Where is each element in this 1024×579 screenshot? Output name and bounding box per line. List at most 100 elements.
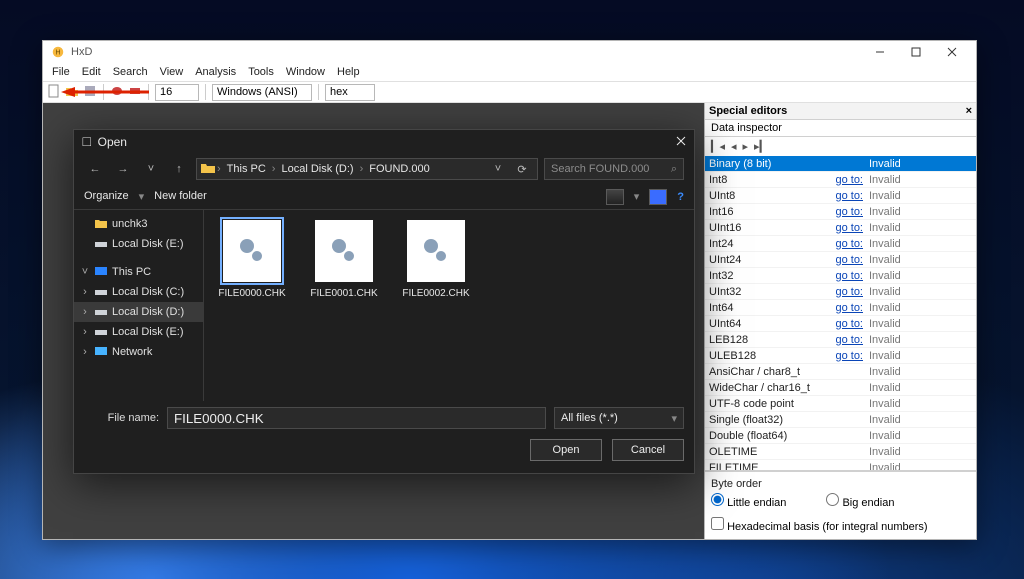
- goto-link[interactable]: go to:: [827, 238, 863, 250]
- data-inspector-row[interactable]: Int64go to:Invalid: [705, 300, 976, 316]
- search-input[interactable]: Search FOUND.000 ⌕: [544, 158, 684, 180]
- data-inspector-row[interactable]: UInt24go to:Invalid: [705, 252, 976, 268]
- disk-icon: [94, 307, 108, 317]
- tree-quick-folder[interactable]: unchk3: [74, 214, 203, 234]
- nav-up-button[interactable]: ˅: [140, 158, 162, 180]
- new-folder-button[interactable]: New folder: [154, 190, 207, 203]
- numbase-select[interactable]: [325, 84, 375, 101]
- data-inspector-row[interactable]: Binary (8 bit)Invalid: [705, 156, 976, 172]
- data-inspector-rows: Binary (8 bit)InvalidInt8go to:InvalidUI…: [705, 156, 976, 471]
- prev-icon[interactable]: ◂: [731, 140, 737, 153]
- tree-quick-disk[interactable]: Local Disk (E:): [74, 234, 203, 254]
- data-inspector-row[interactable]: UTF-8 code pointInvalid: [705, 396, 976, 412]
- breadcrumb[interactable]: › This PC › Local Disk (D:) › FOUND.000 …: [196, 158, 538, 180]
- tree-network[interactable]: › Network: [74, 342, 203, 362]
- menu-search[interactable]: Search: [108, 65, 153, 79]
- chevron-right-icon[interactable]: ›: [80, 306, 90, 318]
- nav-back-button[interactable]: ←: [84, 158, 106, 180]
- crumb-this-pc[interactable]: This PC: [223, 163, 270, 175]
- little-endian-radio[interactable]: Little endian: [711, 493, 786, 509]
- data-inspector-row[interactable]: ULEB128go to:Invalid: [705, 348, 976, 364]
- di-value: Invalid: [869, 334, 901, 346]
- maximize-button[interactable]: [898, 41, 934, 63]
- goto-link[interactable]: go to:: [827, 222, 863, 234]
- open-ram-icon[interactable]: [128, 84, 142, 101]
- next-icon[interactable]: ▸: [743, 140, 749, 153]
- help-icon[interactable]: ?: [677, 191, 684, 203]
- organize-menu[interactable]: Organize: [84, 190, 129, 203]
- goto-link[interactable]: go to:: [827, 334, 863, 346]
- goto-link[interactable]: go to:: [827, 286, 863, 298]
- dialog-close-button[interactable]: [676, 135, 686, 149]
- data-inspector-row[interactable]: UInt16go to:Invalid: [705, 220, 976, 236]
- data-inspector-row[interactable]: Int8go to:Invalid: [705, 172, 976, 188]
- view-mode-button[interactable]: [606, 189, 624, 205]
- menu-analysis[interactable]: Analysis: [190, 65, 241, 79]
- menu-tools[interactable]: Tools: [243, 65, 279, 79]
- file-filter-select[interactable]: All files (*.*) ▾: [554, 407, 684, 429]
- menu-view[interactable]: View: [155, 65, 189, 79]
- goto-link[interactable]: go to:: [827, 206, 863, 218]
- bytes-per-row-input[interactable]: [155, 84, 199, 101]
- data-inspector-row[interactable]: OLETIMEInvalid: [705, 444, 976, 460]
- open-button[interactable]: Open: [530, 439, 602, 461]
- goto-link[interactable]: go to:: [827, 302, 863, 314]
- nav-up-level-button[interactable]: ↑: [168, 158, 190, 180]
- hex-basis-checkbox[interactable]: Hexadecimal basis (for integral numbers): [711, 517, 928, 533]
- last-icon[interactable]: ▸▎: [754, 140, 768, 153]
- refresh-icon[interactable]: ⟳: [511, 163, 533, 176]
- chevron-right-icon[interactable]: ›: [80, 286, 90, 298]
- crumb-folder[interactable]: FOUND.000: [365, 163, 434, 175]
- data-inspector-tab[interactable]: Data inspector: [705, 120, 976, 137]
- data-inspector-row[interactable]: AnsiChar / char8_tInvalid: [705, 364, 976, 380]
- menu-bar: File Edit Search View Analysis Tools Win…: [43, 63, 976, 81]
- data-inspector-row[interactable]: Double (float64)Invalid: [705, 428, 976, 444]
- crumb-drive[interactable]: Local Disk (D:): [277, 163, 357, 175]
- encoding-select[interactable]: [212, 84, 312, 101]
- preview-pane-button[interactable]: [649, 189, 667, 205]
- file-item[interactable]: FILE0000.CHK: [216, 220, 288, 299]
- menu-help[interactable]: Help: [332, 65, 365, 79]
- data-inspector-row[interactable]: FILETIMEInvalid: [705, 460, 976, 471]
- menu-edit[interactable]: Edit: [77, 65, 106, 79]
- menu-window[interactable]: Window: [281, 65, 330, 79]
- goto-link[interactable]: go to:: [827, 350, 863, 362]
- file-item[interactable]: FILE0002.CHK: [400, 220, 472, 299]
- data-inspector-row[interactable]: Int16go to:Invalid: [705, 204, 976, 220]
- goto-link[interactable]: go to:: [827, 190, 863, 202]
- data-inspector-row[interactable]: Int24go to:Invalid: [705, 236, 976, 252]
- new-file-icon[interactable]: [47, 84, 61, 101]
- data-inspector-row[interactable]: Single (float32)Invalid: [705, 412, 976, 428]
- cancel-button[interactable]: Cancel: [612, 439, 684, 461]
- tree-this-pc[interactable]: ˅ This PC: [74, 262, 203, 282]
- menu-file[interactable]: File: [47, 65, 75, 79]
- chevron-right-icon[interactable]: ›: [80, 326, 90, 338]
- goto-link[interactable]: go to:: [827, 174, 863, 186]
- tree-drive-e[interactable]: › Local Disk (E:): [74, 322, 203, 342]
- open-file-icon[interactable]: [65, 84, 79, 101]
- nav-forward-button[interactable]: →: [112, 158, 134, 180]
- save-icon[interactable]: [83, 84, 97, 101]
- big-endian-radio[interactable]: Big endian: [826, 493, 894, 509]
- breadcrumb-dropdown-icon[interactable]: ˅: [487, 163, 509, 175]
- data-inspector-row[interactable]: Int32go to:Invalid: [705, 268, 976, 284]
- tree-drive-c[interactable]: › Local Disk (C:): [74, 282, 203, 302]
- data-inspector-row[interactable]: WideChar / char16_tInvalid: [705, 380, 976, 396]
- filename-input[interactable]: [167, 407, 546, 429]
- open-disk-icon[interactable]: [110, 84, 124, 101]
- data-inspector-row[interactable]: UInt32go to:Invalid: [705, 284, 976, 300]
- minimize-button[interactable]: [862, 41, 898, 63]
- goto-link[interactable]: go to:: [827, 254, 863, 266]
- goto-link[interactable]: go to:: [827, 270, 863, 282]
- chevron-right-icon[interactable]: ›: [80, 346, 90, 358]
- close-button[interactable]: [934, 41, 970, 63]
- tree-drive-d[interactable]: › Local Disk (D:): [74, 302, 203, 322]
- file-item[interactable]: FILE0001.CHK: [308, 220, 380, 299]
- goto-link[interactable]: go to:: [827, 318, 863, 330]
- data-inspector-row[interactable]: UInt64go to:Invalid: [705, 316, 976, 332]
- data-inspector-row[interactable]: LEB128go to:Invalid: [705, 332, 976, 348]
- chevron-down-icon[interactable]: ˅: [80, 266, 90, 278]
- first-icon[interactable]: ▎◂: [711, 140, 725, 153]
- panel-close-icon[interactable]: ×: [966, 105, 972, 117]
- data-inspector-row[interactable]: UInt8go to:Invalid: [705, 188, 976, 204]
